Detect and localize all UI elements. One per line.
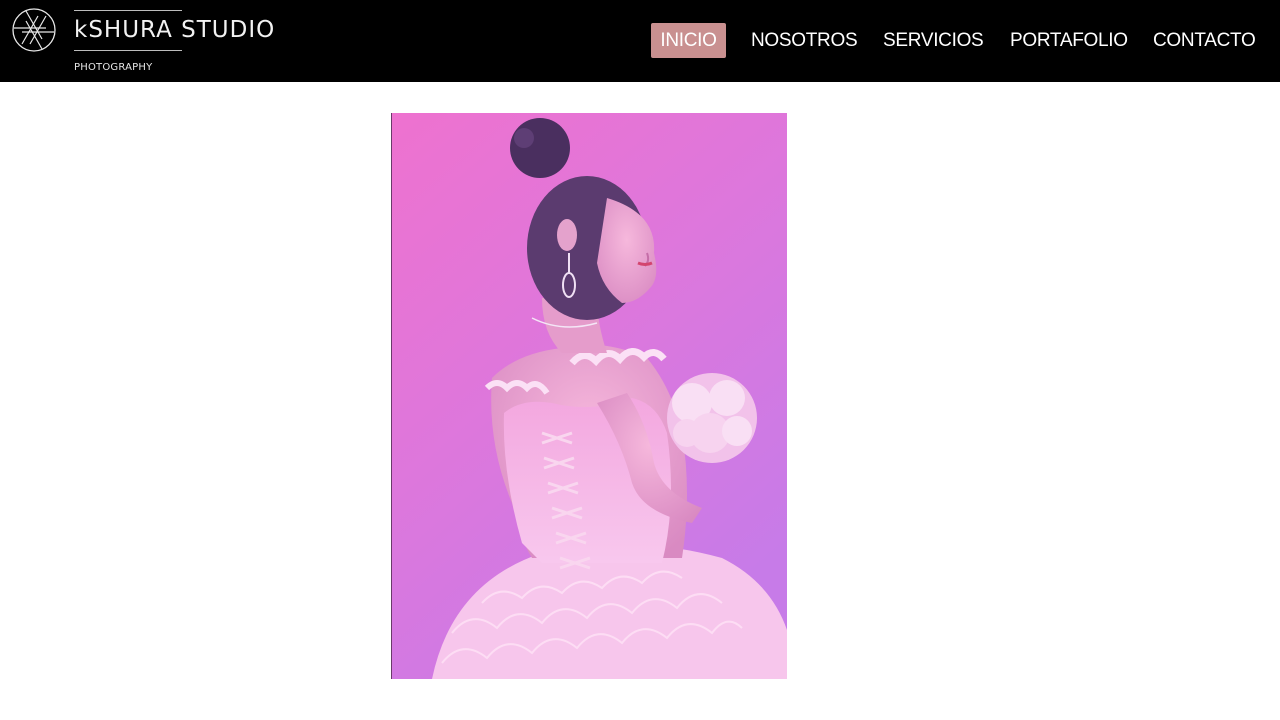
brand-logo[interactable]: kSHURA STUDIO PHOTOGRAPHY (10, 6, 274, 78)
brand-tagline: PHOTOGRAPHY (74, 62, 153, 73)
brand-top-divider (74, 10, 182, 11)
nav-item-inicio[interactable]: INICIO (651, 23, 726, 58)
nav-item-contacto[interactable]: CONTACTO (1153, 23, 1256, 58)
hero-photo-illustration (392, 113, 787, 679)
brand-name: kSHURA STUDIO (74, 17, 276, 43)
camera-aperture-icon (12, 8, 56, 52)
header-navbar: kSHURA STUDIO PHOTOGRAPHY INICIO NOSOTRO… (0, 0, 1280, 82)
hero-photo (391, 113, 787, 679)
brand-bottom-divider (74, 50, 182, 51)
nav-item-servicios[interactable]: SERVICIOS (883, 23, 984, 58)
nav-item-portafolio[interactable]: PORTAFOLIO (1010, 23, 1128, 58)
nav-item-nosotros[interactable]: NOSOTROS (751, 23, 858, 58)
